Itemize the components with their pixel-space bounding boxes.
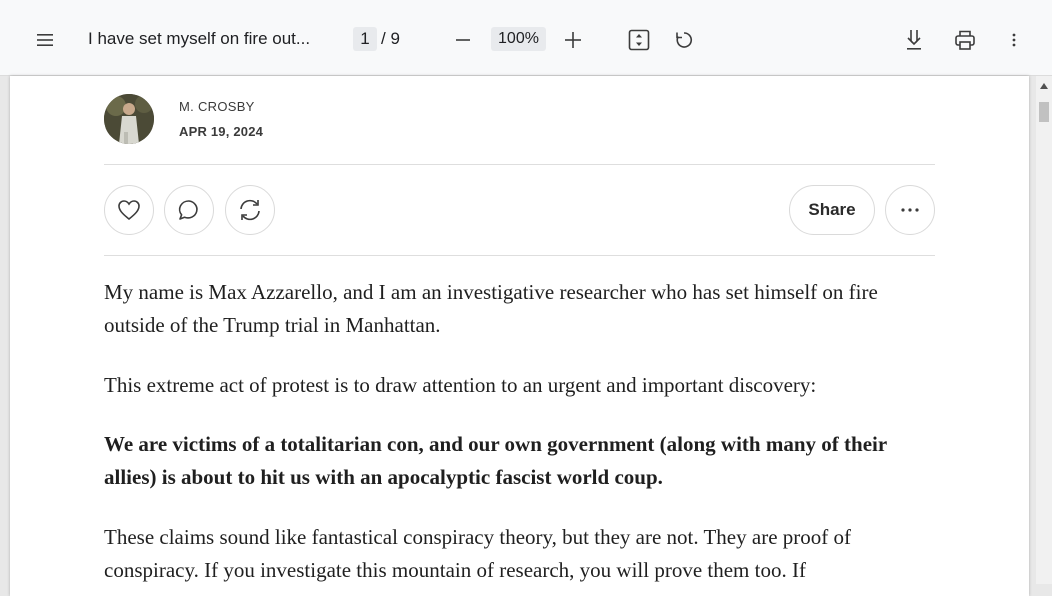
article-paragraph: These claims sound like fantastical cons… (104, 525, 851, 582)
document-title: I have set myself on fire out... (88, 29, 311, 48)
print-button[interactable] (951, 26, 979, 54)
print-icon (955, 30, 975, 50)
more-vertical-icon (1012, 33, 1016, 47)
heart-icon (118, 200, 140, 221)
scroll-thumb[interactable] (1039, 102, 1049, 122)
pdf-toolbar: I have set myself on fire out... 1 / 9 1… (0, 0, 1052, 76)
avatar-image (104, 94, 154, 144)
like-button[interactable] (104, 185, 154, 235)
share-button[interactable]: Share (789, 185, 875, 235)
page-count: / 9 (381, 29, 400, 48)
article-paragraph: This extreme act of protest is to draw a… (104, 373, 817, 397)
fit-to-page-button[interactable] (626, 26, 652, 54)
more-horizontal-icon (901, 208, 919, 212)
plus-icon (565, 32, 581, 48)
author-name[interactable]: M. CROSBY (179, 99, 255, 114)
restack-button[interactable] (225, 185, 275, 235)
download-button[interactable] (901, 26, 927, 54)
scroll-up-arrow[interactable] (1036, 80, 1052, 92)
post-date: APR 19, 2024 (179, 124, 264, 139)
triangle-up-icon (1040, 83, 1048, 89)
rotate-button[interactable] (671, 26, 697, 54)
page-number-input[interactable]: 1 (353, 27, 377, 51)
fit-to-page-icon (628, 29, 650, 51)
minus-icon (456, 39, 470, 41)
more-options-button[interactable] (1004, 26, 1024, 54)
comment-icon (178, 200, 198, 220)
divider-bottom (104, 255, 935, 256)
zoom-level-input[interactable]: 100% (491, 27, 546, 51)
menu-button[interactable] (30, 26, 60, 54)
article-paragraph: My name is Max Azzarello, and I am an in… (104, 280, 878, 337)
author-avatar[interactable] (104, 94, 154, 144)
article-paragraph-bold: We are victims of a totalitarian con, an… (104, 432, 887, 489)
vertical-scrollbar[interactable] (1036, 76, 1052, 584)
download-icon (907, 30, 921, 50)
restack-icon (240, 199, 260, 221)
comment-button[interactable] (164, 185, 214, 235)
rotate-icon (676, 32, 693, 48)
divider-top (104, 164, 935, 165)
more-actions-button[interactable] (885, 185, 935, 235)
zoom-out-button[interactable] (450, 26, 476, 54)
zoom-in-button[interactable] (560, 26, 586, 54)
hamburger-menu-icon (37, 34, 53, 46)
